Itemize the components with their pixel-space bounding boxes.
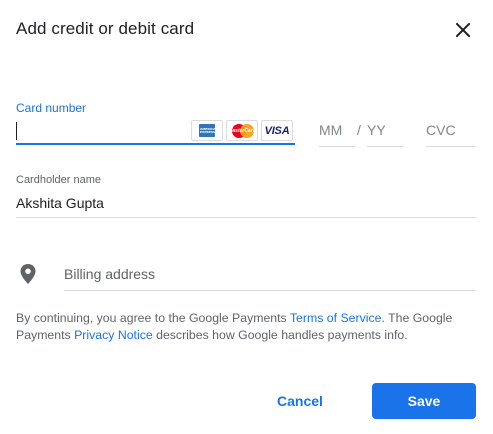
cvc-underline [426, 146, 476, 147]
cancel-button[interactable]: Cancel [262, 383, 338, 419]
billing-address-placeholder: Billing address [64, 266, 156, 282]
expiry-separator: / [357, 122, 361, 138]
cardholder-name-label: Cardholder name [16, 174, 101, 186]
dialog-title: Add credit or debit card [16, 19, 195, 38]
billing-address-underline [64, 290, 476, 291]
mastercard-logo: MasterCard [226, 120, 258, 141]
cardholder-name-value: Akshita Gupta [16, 195, 104, 211]
expiry-year-field[interactable]: YY [367, 119, 403, 147]
expiry-month-underline [319, 146, 355, 147]
expiry-year-placeholder: YY [367, 122, 386, 138]
terms-of-service-link[interactable]: Terms of Service [290, 311, 382, 325]
cvc-placeholder: CVC [426, 122, 456, 138]
legal-text-1: By continuing, you agree to the Google P… [16, 311, 290, 325]
cvc-field[interactable]: CVC [426, 119, 476, 147]
expiry-year-underline [367, 146, 403, 147]
legal-text-3: describes how Google handles payments in… [152, 327, 408, 342]
expiry-month-field[interactable]: MM [319, 119, 355, 147]
card-number-underline [16, 143, 295, 145]
card-brand-logos: AMERICAN EXPRESS MasterCard VISA [191, 120, 293, 142]
visa-logo: VISA [261, 120, 293, 141]
expiry-month-placeholder: MM [319, 122, 343, 138]
save-button[interactable]: Save [372, 383, 476, 419]
card-number-field[interactable]: Card number AMERICAN EXPRESS MasterCard … [16, 101, 295, 147]
cardholder-name-underline [16, 217, 476, 218]
text-cursor [16, 122, 17, 140]
cardholder-name-field[interactable]: Cardholder name Akshita Gupta [16, 174, 476, 219]
close-icon [456, 23, 470, 37]
card-number-label: Card number [16, 101, 87, 115]
billing-address-field[interactable]: Billing address [64, 263, 476, 291]
privacy-notice-link[interactable]: Privacy Notice [74, 328, 153, 342]
location-pin-icon [20, 264, 36, 284]
close-button[interactable] [450, 17, 476, 43]
legal-notice: By continuing, you agree to the Google P… [16, 310, 476, 343]
add-card-dialog: Add credit or debit card Card number AME… [0, 0, 493, 434]
amex-logo: AMERICAN EXPRESS [191, 120, 223, 141]
